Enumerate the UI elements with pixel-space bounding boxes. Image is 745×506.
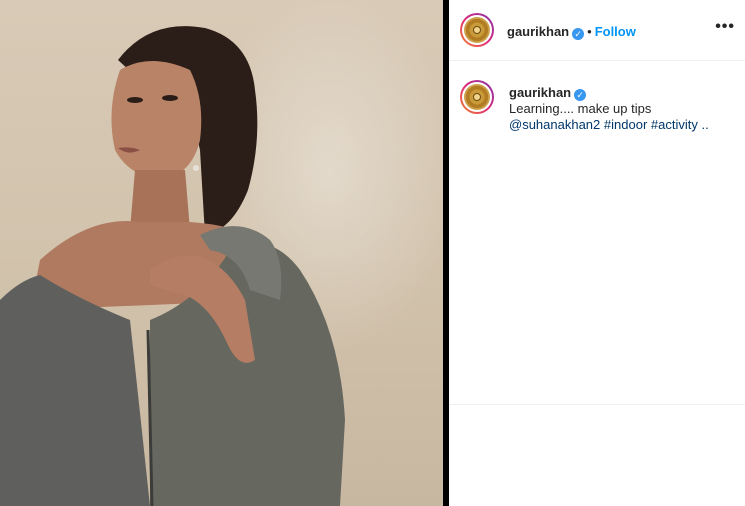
photo-illustration [0,26,345,506]
caption-author-line: gaurikhan ✓ [509,84,587,102]
header-author-line: gaurikhan ✓ • Follow [507,23,636,41]
author-avatar[interactable] [460,13,494,47]
caption-avatar[interactable] [460,80,494,114]
gold-record-icon [464,84,490,110]
caption-text: Learning.... make up tips [509,101,652,116]
verified-badge-icon: ✓ [572,28,585,40]
gold-record-icon [464,17,490,43]
more-options-icon[interactable]: ••• [715,19,735,35]
caption-tags: @suhanakhan2 #indoor #activity .. [509,117,709,133]
follow-button[interactable]: Follow [595,24,636,39]
caption-username[interactable]: gaurikhan [509,85,571,100]
mention-link[interactable]: @suhanakhan2 [509,117,600,132]
hashtag-indoor[interactable]: #indoor [604,117,647,132]
post-header: gaurikhan ✓ • Follow ••• [449,0,745,61]
header-separator: • [587,24,592,39]
hashtag-activity[interactable]: #activity .. [651,117,709,132]
section-divider [449,404,745,405]
post-photo[interactable] [0,0,443,506]
post-side-panel: gaurikhan ✓ • Follow ••• gaurikhan ✓ Learnin… [449,0,745,506]
header-username[interactable]: gaurikhan [507,24,569,39]
verified-badge-icon: ✓ [574,89,587,101]
